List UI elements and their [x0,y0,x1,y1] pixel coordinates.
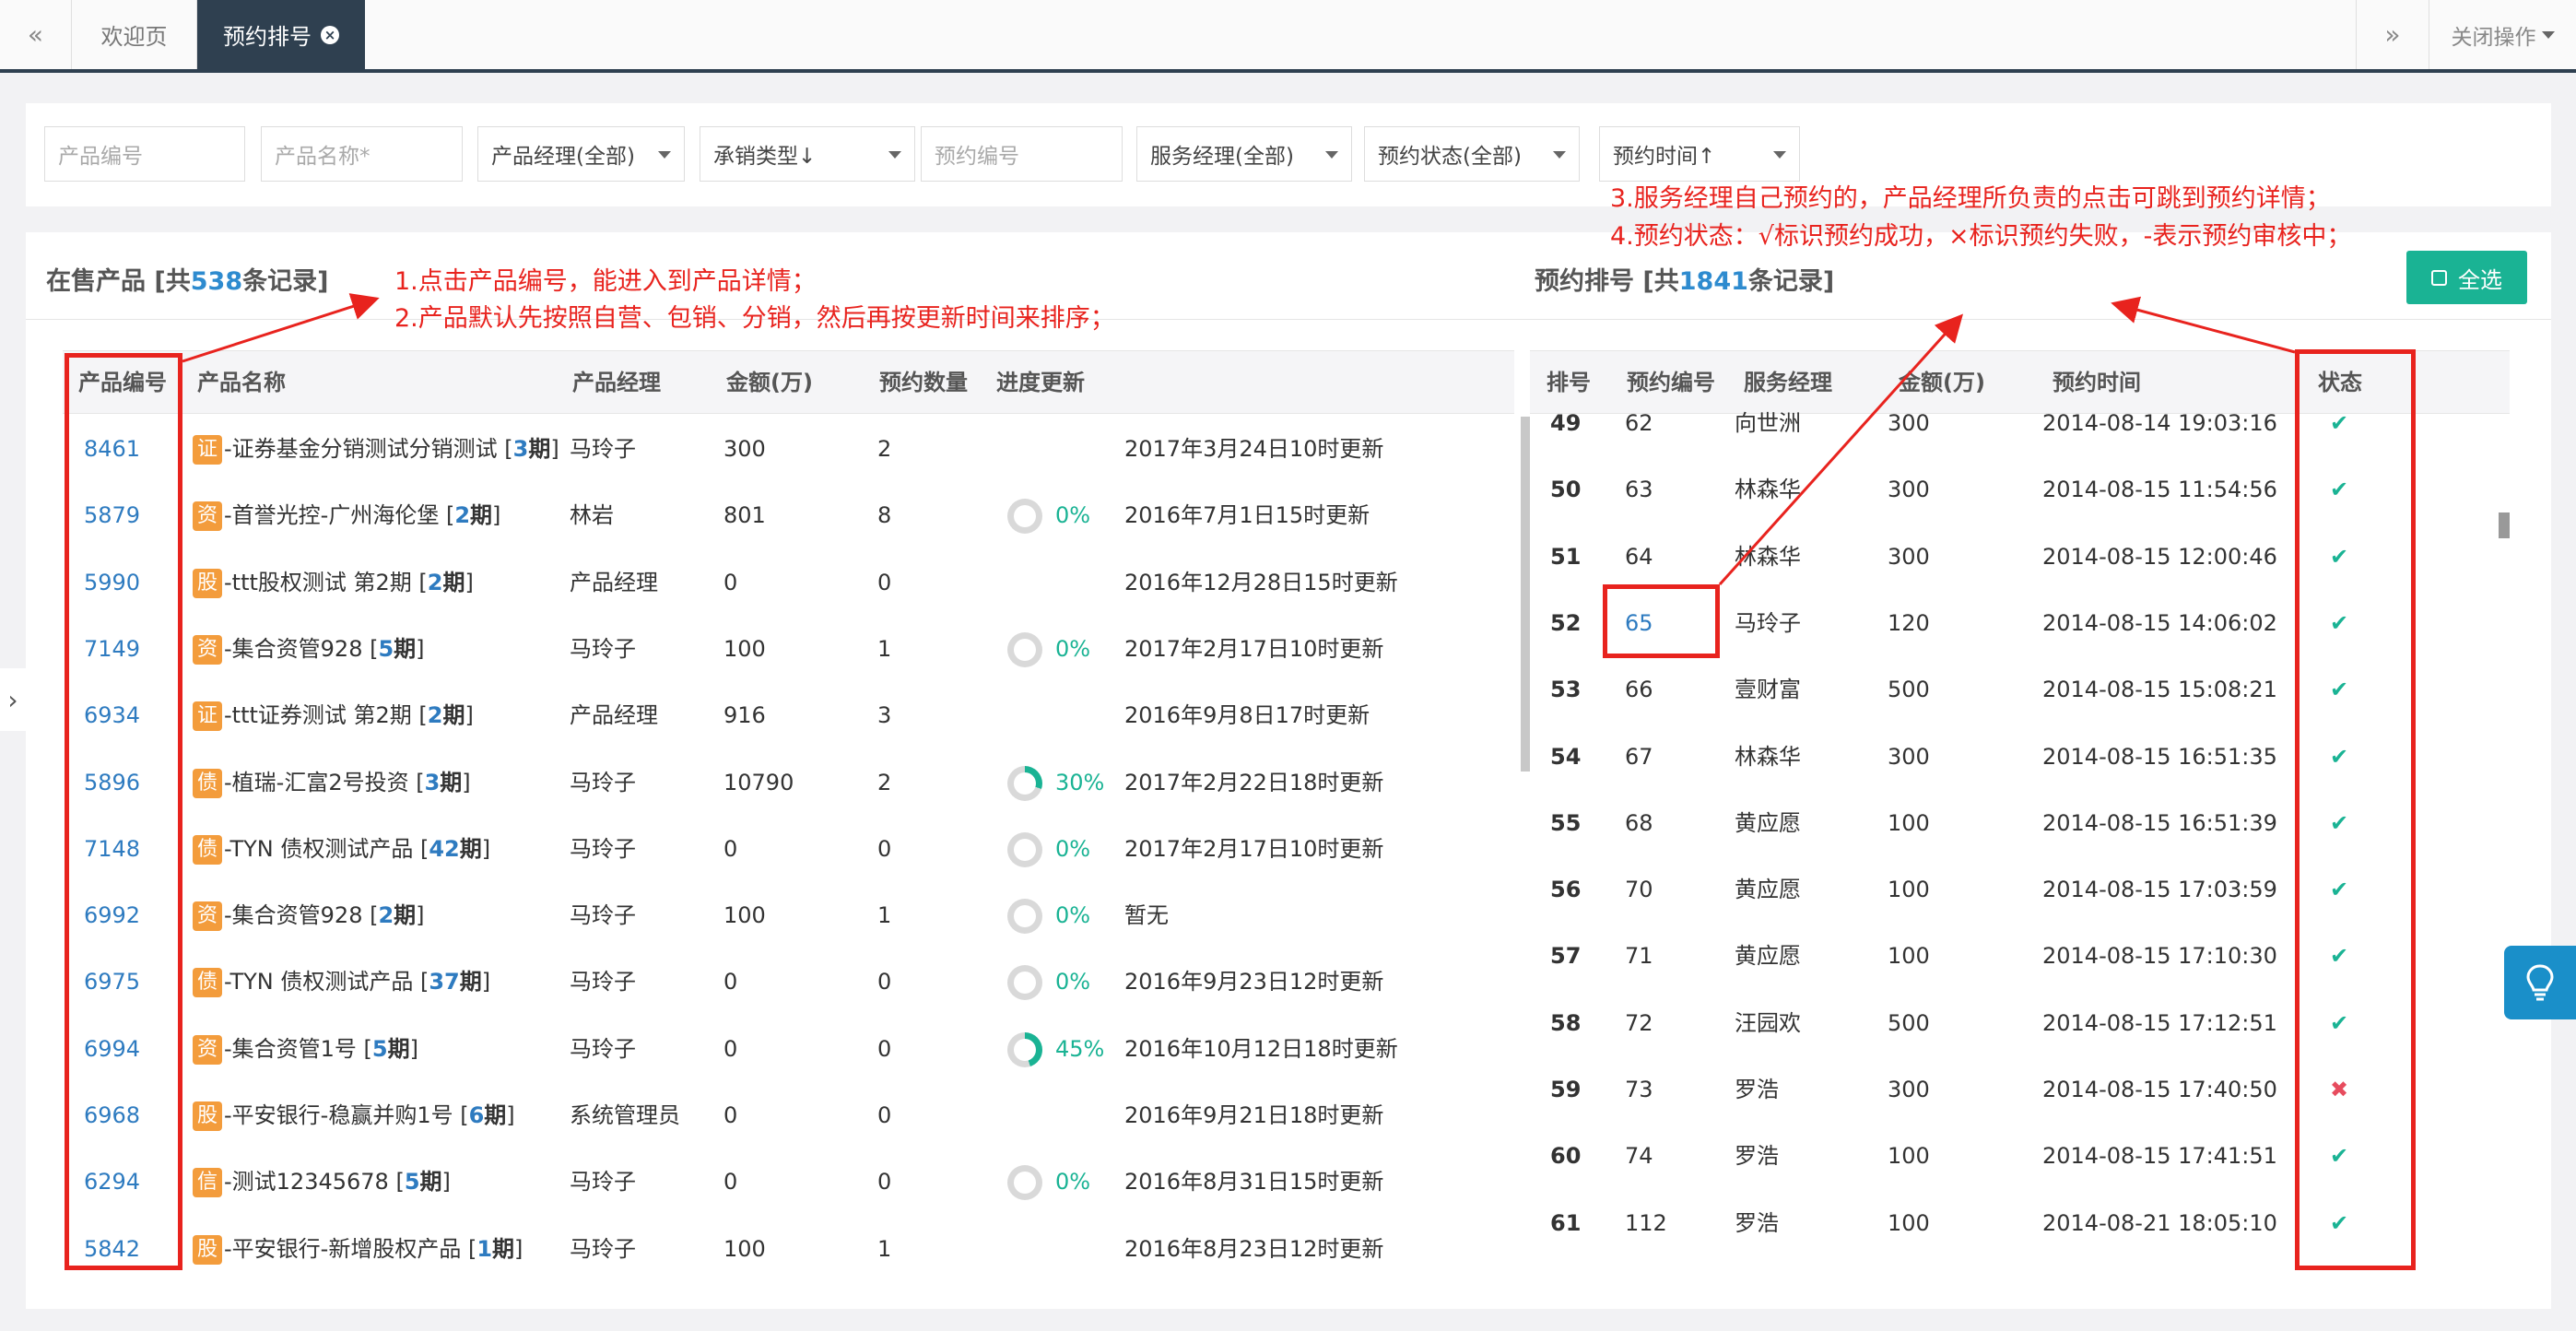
annotation-arrows [182,293,2296,586]
lightbulb-icon-graphic [2526,964,2554,1001]
lightbulb-icon[interactable] [2504,946,2576,1019]
arrow-to-annotation-1 [182,293,380,363]
arrow-to-annotation-3 [1718,313,1964,586]
arrow-to-annotation-4 [2111,296,2296,354]
